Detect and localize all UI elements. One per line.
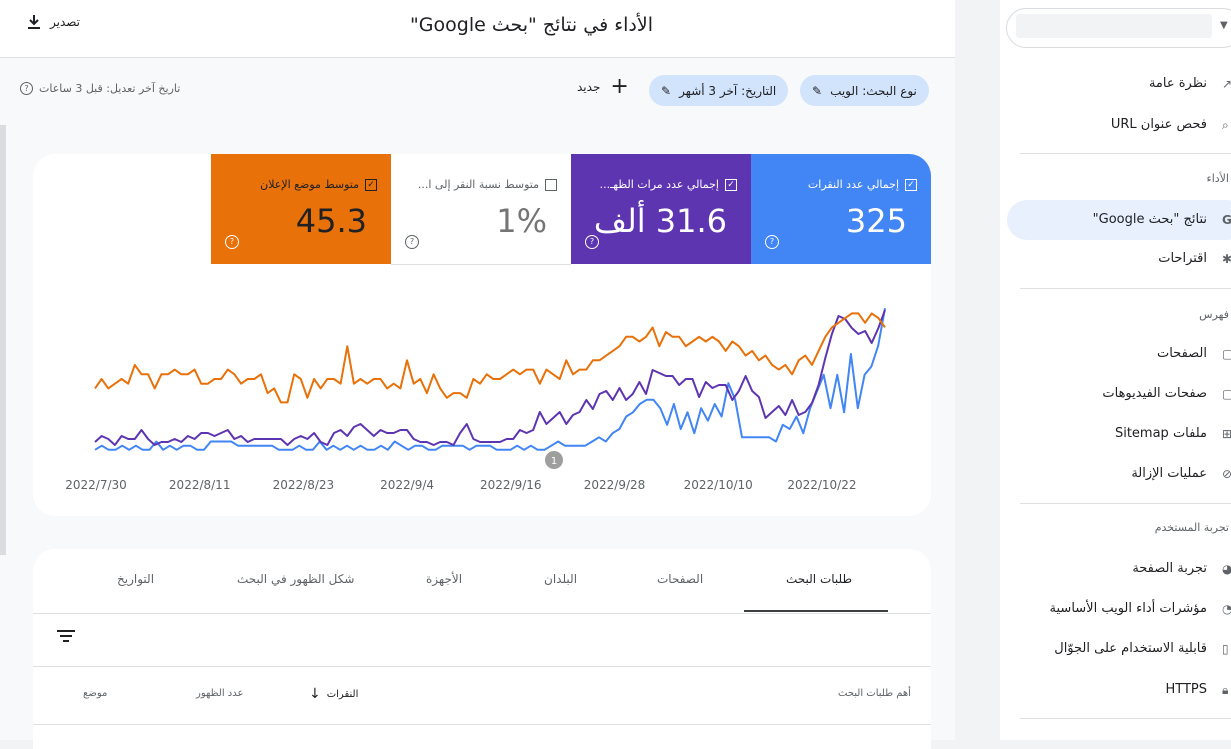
sidebar-item-pages[interactable]: الصفحات — [1157, 346, 1207, 361]
performance-line-chart: 2022/7/30 2022/8/11 2022/8/23 2022/9/4 2022/… — [65, 308, 886, 492]
export-button[interactable]: تصدير — [26, 14, 80, 30]
sidebar-item-insights[interactable]: اقتراحات — [1158, 251, 1207, 266]
tab-search-appearance[interactable]: شكل الظهور في البحث — [237, 572, 354, 586]
arrow-down-icon: ↓ — [309, 686, 321, 702]
column-header-queries[interactable]: أهم طلبات البحث — [838, 688, 911, 699]
sidebar-item-url-inspection[interactable]: فحص عنوان URL — [1111, 117, 1207, 132]
sidebar-item-https[interactable]: HTTPS — [1165, 682, 1207, 697]
main-content: الأداء في نتائج "بحث Google" تصدير نوع ا… — [0, 0, 955, 749]
video-pages-icon: ▢ — [1222, 387, 1231, 401]
sidebar-section-experience: تجربة المستخدم — [1154, 521, 1229, 534]
x-tick-label: 2022/10/22 — [787, 478, 856, 492]
sidebar-divider — [1020, 718, 1231, 719]
help-icon[interactable]: ? — [20, 82, 33, 95]
google-icon: G — [1222, 213, 1231, 227]
x-tick-label: 2022/7/30 — [65, 478, 127, 492]
plus-icon: + — [610, 74, 629, 99]
sidebar-item-page-experience[interactable]: تجربة الصفحة — [1132, 561, 1207, 576]
x-tick-label: 2022/9/4 — [380, 478, 434, 492]
performance-chart-card: ✓ إجمالي عدد النقرات 325 ? ✓ إجمالي عدد مر… — [33, 154, 931, 516]
tab-queries[interactable]: طلبات البحث — [786, 572, 852, 586]
tab-countries[interactable]: البلدان — [544, 572, 577, 586]
sidebar — [1000, 0, 1231, 740]
sidebar-divider — [1020, 503, 1231, 504]
sidebar-item-mobile-usability[interactable]: قابلية الاستخدام على الجوّال — [1054, 641, 1207, 656]
x-tick-label: 2022/10/10 — [684, 478, 753, 492]
tab-devices[interactable]: الأجهزة — [426, 572, 462, 586]
divider — [33, 724, 931, 725]
column-header-impressions[interactable]: عدد الظهور — [196, 688, 243, 699]
annotation-marker-label: 1 — [551, 456, 557, 467]
sidebar-section-index: فهرس — [1199, 308, 1229, 321]
scrollbar[interactable] — [0, 125, 6, 555]
property-name-redacted — [1016, 14, 1212, 38]
new-filter-button[interactable]: + جديد — [577, 74, 629, 99]
sidebar-section-performance: الأداء — [1206, 172, 1229, 185]
mobile-icon: ▯ — [1222, 642, 1229, 656]
tab-dates[interactable]: التواريخ — [117, 572, 154, 586]
sitemap-icon: ⊞ — [1222, 427, 1231, 441]
download-icon — [28, 15, 40, 29]
series-line-2[interactable] — [94, 312, 886, 404]
edit-pencil-icon: ✎ — [812, 83, 823, 98]
sidebar-item-video-pages[interactable]: صفحات الفيديوهات — [1102, 386, 1207, 401]
sidebar-divider — [1020, 288, 1231, 289]
trend-icon: ↗ — [1222, 77, 1231, 91]
dimension-table-card: طلبات البحث الصفحات البلدان الأجهزة شكل … — [33, 549, 931, 749]
x-tick-label: 2022/9/16 — [480, 478, 542, 492]
removal-icon: ⊘ — [1222, 467, 1231, 481]
sidebar-item-search-results[interactable]: نتائج "بحث Google" — [1093, 212, 1207, 227]
export-label: تصدير — [50, 15, 81, 29]
x-tick-label: 2022/9/28 — [584, 478, 646, 492]
date-filter-chip[interactable]: التاريخ: آخر 3 أشهر ✎ — [649, 75, 789, 106]
sidebar-item-sitemaps[interactable]: ملفات Sitemap — [1115, 426, 1207, 441]
lock-icon: 🔒︎ — [1222, 683, 1229, 697]
last-updated: تاريخ آخر تعديل: قبل 3 ساعات ? — [20, 82, 180, 95]
x-tick-label: 2022/8/23 — [273, 478, 335, 492]
x-tick-label: 2022/8/11 — [169, 478, 231, 492]
pages-icon: ▢ — [1222, 347, 1231, 361]
active-tab-indicator — [744, 610, 888, 612]
sidebar-item-overview[interactable]: نظرة عامة — [1149, 76, 1207, 91]
divider — [33, 666, 931, 667]
annotation-marker[interactable]: 1 — [545, 451, 563, 469]
asterisk-icon: ✱ — [1222, 252, 1231, 266]
column-header-clicks-sort[interactable]: ↓ النقرات — [309, 686, 358, 702]
chevron-down-icon[interactable]: ▼ — [1220, 20, 1228, 31]
gauge-icon: ◔ — [1222, 602, 1231, 616]
column-header-position[interactable]: موضع — [83, 688, 107, 699]
top-bar: الأداء في نتائج "بحث Google" تصدير — [0, 0, 955, 58]
search-type-filter-chip[interactable]: نوع البحث: الويب ✎ — [800, 75, 929, 106]
search-type-filter-label: نوع البحث: الويب — [830, 83, 917, 98]
sidebar-divider — [1020, 153, 1231, 154]
search-icon: ⌕ — [1222, 118, 1229, 132]
page-title: الأداء في نتائج "بحث Google" — [410, 14, 653, 36]
new-filter-label: جديد — [577, 80, 601, 94]
sidebar-item-removals[interactable]: عمليات الإزالة — [1131, 466, 1207, 481]
date-filter-label: التاريخ: آخر 3 أشهر — [679, 83, 777, 98]
sidebar-item-core-web-vitals[interactable]: مؤشرات أداء الويب الأساسية — [1050, 601, 1207, 616]
page-experience-icon: ◕ — [1222, 562, 1231, 576]
edit-pencil-icon: ✎ — [661, 83, 672, 98]
tab-pages[interactable]: الصفحات — [657, 572, 703, 586]
last-updated-label: تاريخ آخر تعديل: قبل 3 ساعات — [39, 82, 181, 95]
filter-icon[interactable] — [57, 629, 75, 643]
divider — [33, 613, 931, 614]
column-header-clicks: النقرات — [326, 688, 359, 700]
